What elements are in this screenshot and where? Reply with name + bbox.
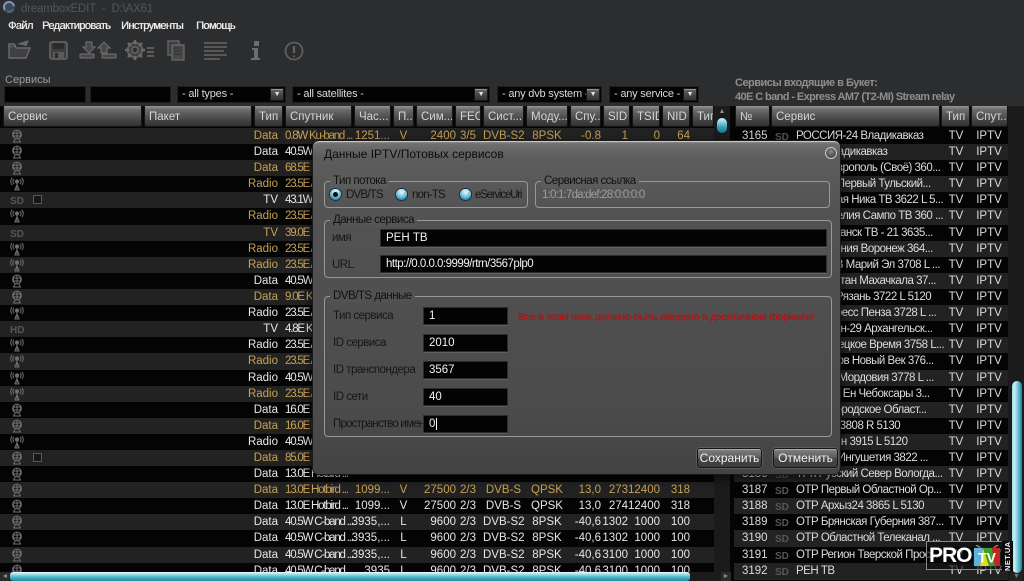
- svg-text:TV: TV: [978, 550, 997, 566]
